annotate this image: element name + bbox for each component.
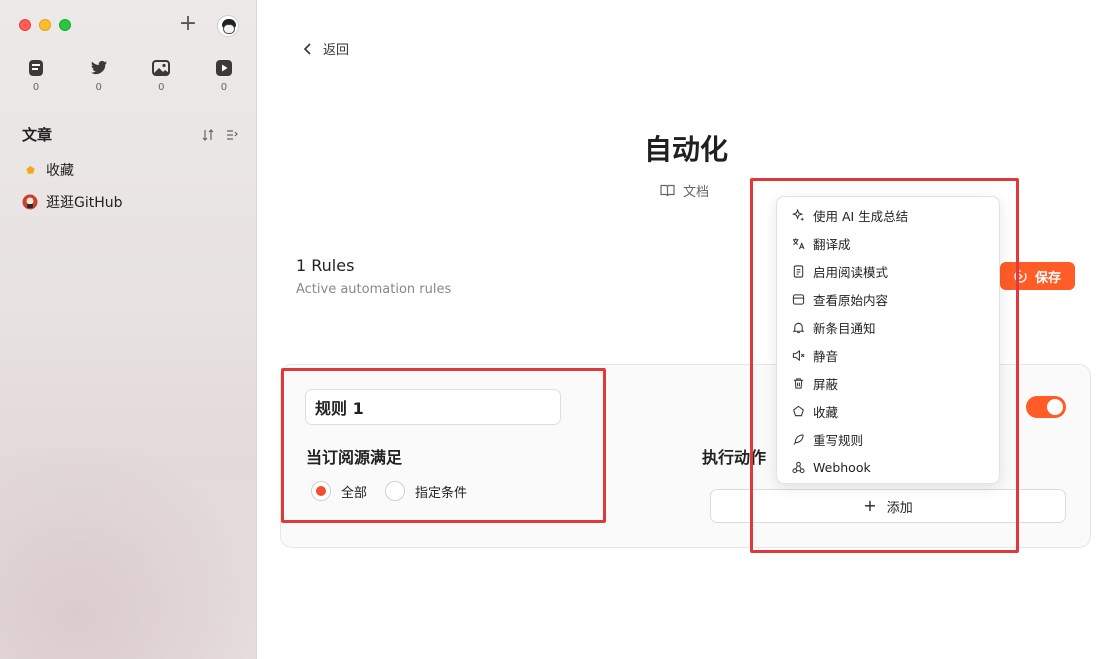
action-menu: 使用 AI 生成总结 翻译成 启用阅读模式 查看原始内容 新条目通知 静音 屏蔽… xyxy=(776,196,1000,484)
avatar-face-icon xyxy=(223,24,235,34)
menu-item-block[interactable]: 屏蔽 xyxy=(777,369,999,397)
trash-icon xyxy=(793,377,804,389)
user-avatar[interactable] xyxy=(217,15,239,37)
menu-item-label: 收藏 xyxy=(813,404,839,420)
github-avatar-icon xyxy=(22,194,38,210)
close-window-button[interactable] xyxy=(19,19,31,31)
radio-all-circle[interactable] xyxy=(311,481,331,501)
docs-link[interactable]: 文档 xyxy=(660,181,709,200)
rules-subtitle: Active automation rules xyxy=(296,282,452,297)
menu-item-mute[interactable]: 静音 xyxy=(777,341,999,369)
radio-all-label: 全部 xyxy=(341,485,368,501)
picture-icon xyxy=(152,60,171,76)
menu-item-translate[interactable]: 翻译成 xyxy=(777,229,999,257)
category-row: 0 0 0 0 xyxy=(10,58,250,93)
radio-specific-circle[interactable] xyxy=(385,481,406,501)
back-button[interactable]: 返回 xyxy=(303,39,349,58)
sidebar-item-favorites[interactable]: 收藏 xyxy=(22,160,74,180)
star-outline-icon xyxy=(793,405,804,416)
radio-all[interactable]: 全部 xyxy=(311,481,367,501)
menu-item-reader-mode[interactable]: 启用阅读模式 xyxy=(777,257,999,285)
star-icon xyxy=(22,162,38,178)
radio-specific[interactable]: 指定条件 xyxy=(385,481,467,501)
minimize-window-button[interactable] xyxy=(39,19,51,31)
webhook-icon xyxy=(792,461,805,473)
page-title: 自动化 xyxy=(643,133,728,166)
menu-item-label: 屏蔽 xyxy=(813,376,839,392)
translate-icon xyxy=(792,237,805,249)
video-icon xyxy=(215,60,232,76)
category-pictures[interactable]: 0 xyxy=(141,58,181,93)
menu-item-label: 启用阅读模式 xyxy=(813,264,889,280)
category-count: 0 xyxy=(32,82,40,93)
menu-item-favorite[interactable]: 收藏 xyxy=(777,397,999,425)
twitter-icon xyxy=(90,60,107,75)
docs-label: 文档 xyxy=(683,185,710,200)
category-count: 0 xyxy=(158,82,165,93)
document-icon xyxy=(793,264,804,278)
rule-enabled-toggle[interactable] xyxy=(1026,396,1066,418)
menu-item-label: 静音 xyxy=(813,348,839,364)
feather-icon xyxy=(793,433,804,445)
menu-item-label: 使用 AI 生成总结 xyxy=(813,208,909,224)
menu-item-view-original[interactable]: 查看原始内容 xyxy=(777,285,999,313)
back-label: 返回 xyxy=(323,43,350,58)
rule-name-input[interactable] xyxy=(305,389,561,425)
category-videos[interactable]: 0 xyxy=(204,58,244,93)
menu-item-webhook[interactable]: Webhook xyxy=(777,453,999,481)
menu-item-notify[interactable]: 新条目通知 xyxy=(777,313,999,341)
chevron-left-icon xyxy=(303,42,311,55)
sidebar-item-label: 逛逛GitHub xyxy=(46,195,123,211)
browser-icon xyxy=(792,293,805,305)
sidebar: + 0 0 0 0 文章 收藏 逛逛GitHub xyxy=(0,0,257,659)
mute-icon xyxy=(792,349,805,361)
condition-label: 当订阅源满足 xyxy=(306,448,403,467)
menu-item-label: Webhook xyxy=(813,459,871,475)
section-title: 文章 xyxy=(22,126,53,144)
plus-icon: + xyxy=(863,496,877,515)
category-count: 0 xyxy=(95,82,102,93)
rules-count: 1 Rules xyxy=(296,256,355,275)
save-label: 保存 xyxy=(1034,270,1061,286)
menu-item-ai-summary[interactable]: 使用 AI 生成总结 xyxy=(777,201,999,229)
sidebar-item-label: 收藏 xyxy=(46,163,74,179)
sidebar-item-github[interactable]: 逛逛GitHub xyxy=(22,192,123,212)
sparkle-icon xyxy=(792,208,805,221)
list-view-icon[interactable] xyxy=(226,129,238,141)
condition-radio-group: 全部 指定条件 xyxy=(311,481,467,501)
menu-item-rewrite[interactable]: 重写规则 xyxy=(777,425,999,453)
category-social[interactable]: 0 xyxy=(79,58,119,93)
sidebar-section-header: 文章 xyxy=(22,124,238,145)
category-count: 0 xyxy=(220,82,228,93)
bell-icon xyxy=(792,322,805,333)
article-icon xyxy=(29,60,43,76)
book-icon xyxy=(660,184,675,197)
zoom-window-button[interactable] xyxy=(59,19,71,31)
menu-item-label: 翻译成 xyxy=(813,236,851,252)
window-controls xyxy=(19,19,71,31)
add-action-button[interactable]: + 添加 xyxy=(710,489,1066,523)
actions-label: 执行动作 xyxy=(702,448,767,467)
add-icon[interactable]: + xyxy=(178,13,198,36)
section-tools xyxy=(202,128,238,141)
radio-specific-label: 指定条件 xyxy=(415,485,468,501)
menu-item-label: 重写规则 xyxy=(813,432,864,448)
add-label: 添加 xyxy=(886,500,913,516)
sort-icon[interactable] xyxy=(202,128,214,141)
save-button[interactable]: 保存 xyxy=(1000,262,1075,290)
menu-item-label: 查看原始内容 xyxy=(813,292,889,308)
menu-item-label: 新条目通知 xyxy=(813,320,876,336)
category-articles[interactable]: 0 xyxy=(16,58,56,93)
save-icon xyxy=(1014,269,1027,283)
